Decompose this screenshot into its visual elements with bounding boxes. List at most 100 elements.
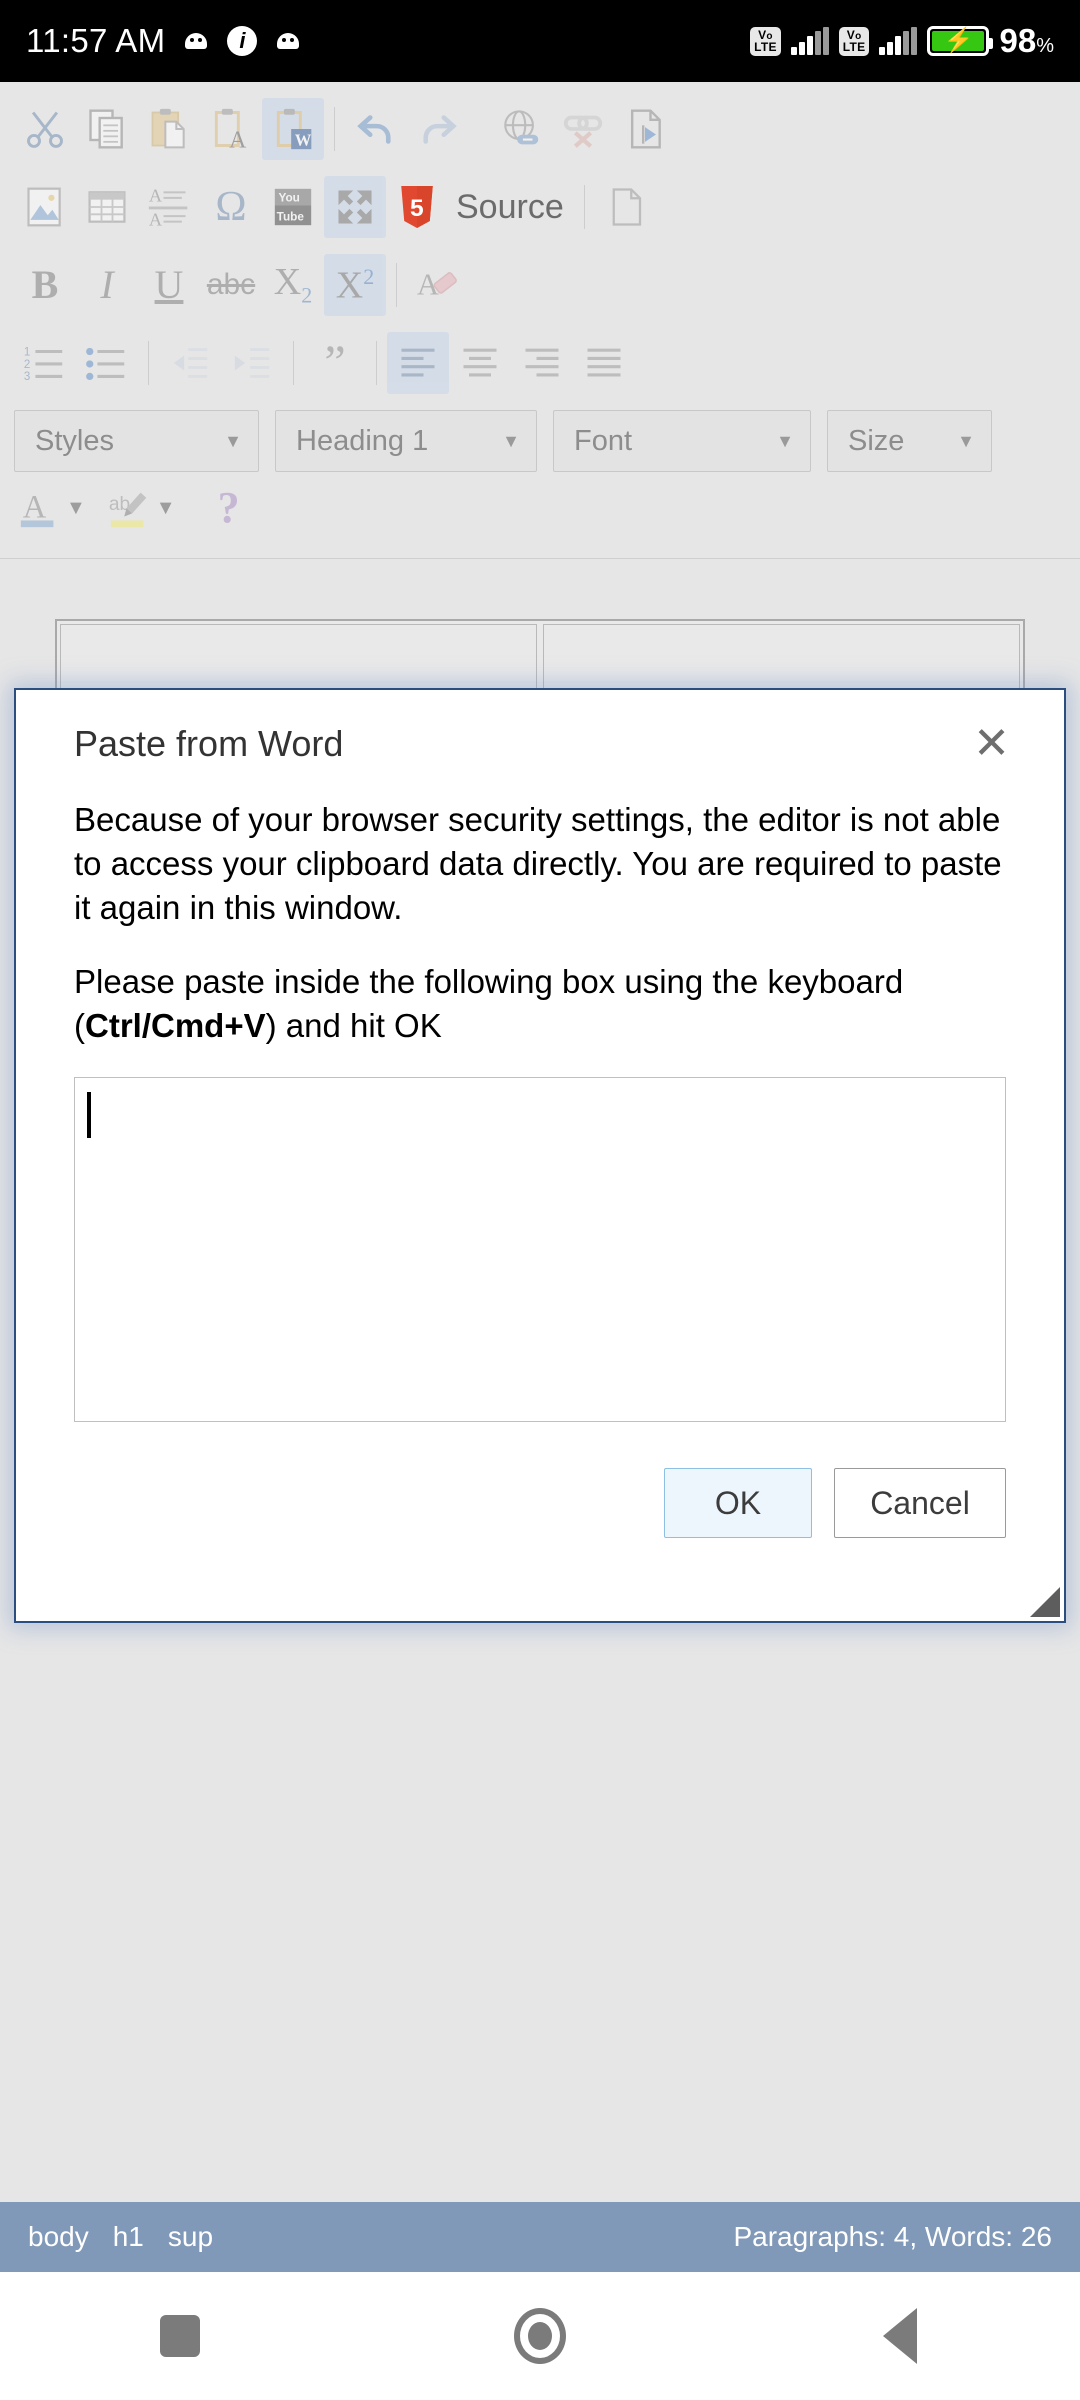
- signal-bars-sim1: [790, 27, 829, 55]
- font-dropdown[interactable]: Font ▼: [553, 410, 811, 472]
- superscript-button[interactable]: X2: [324, 254, 386, 316]
- status-clock: 11:57 AM: [26, 22, 166, 59]
- paste-textarea[interactable]: [74, 1077, 1006, 1423]
- underline-button[interactable]: U: [138, 254, 200, 316]
- new-page-icon[interactable]: [595, 176, 657, 238]
- svg-text:A: A: [149, 186, 163, 206]
- status-right-group: Vo LTE Vo LTE ⚡ 98%: [750, 22, 1054, 60]
- inbox-icon: [227, 26, 258, 56]
- close-icon[interactable]: ✕: [959, 716, 1024, 772]
- resize-grip-icon[interactable]: [1030, 1587, 1060, 1617]
- chevron-down-icon: ▼: [502, 430, 520, 451]
- italic-button[interactable]: I: [76, 254, 138, 316]
- font-size-dropdown[interactable]: Size ▼: [827, 410, 992, 472]
- elements-path-item-body[interactable]: body: [28, 2221, 89, 2253]
- blockquote-icon[interactable]: ”: [304, 332, 366, 394]
- undo-button[interactable]: [345, 98, 407, 160]
- align-right-icon[interactable]: [511, 332, 573, 394]
- horizontal-rule-icon[interactable]: A A: [138, 176, 200, 238]
- paragraph-format-dropdown[interactable]: Heading 1 ▼: [275, 410, 537, 472]
- strikethrough-button[interactable]: abc: [200, 254, 262, 316]
- bold-button[interactable]: B: [14, 254, 76, 316]
- subscript-button[interactable]: X2: [262, 254, 324, 316]
- styles-dropdown[interactable]: Styles ▼: [14, 410, 259, 472]
- toolbar-separator: [376, 341, 377, 385]
- image-icon[interactable]: [14, 176, 76, 238]
- dialog-title: Paste from Word: [74, 723, 344, 764]
- elements-path-items: body h1 sup: [28, 2221, 213, 2253]
- copy-button[interactable]: [76, 98, 138, 160]
- outdent-icon[interactable]: [159, 332, 221, 394]
- special-character-icon[interactable]: Ω: [200, 176, 262, 238]
- svg-text:5: 5: [410, 195, 424, 222]
- source-label[interactable]: Source: [448, 188, 564, 227]
- svg-text:You: You: [278, 191, 299, 205]
- paste-from-word-button[interactable]: W: [262, 98, 324, 160]
- remove-format-icon[interactable]: A: [407, 254, 469, 316]
- android-icon: [275, 28, 301, 54]
- android-navigation-bar: [0, 2272, 1080, 2400]
- svg-text:A: A: [149, 209, 163, 229]
- volte-badge-sim2: Vo LTE: [838, 26, 870, 56]
- text-caret: [87, 1092, 91, 1139]
- home-button[interactable]: [360, 2308, 720, 2364]
- toolbar-separator: [293, 341, 294, 385]
- elements-path-item-sup[interactable]: sup: [168, 2221, 213, 2253]
- svg-text:A: A: [229, 127, 247, 151]
- align-left-icon[interactable]: [387, 332, 449, 394]
- indent-icon[interactable]: [221, 332, 283, 394]
- android-icon: [183, 28, 209, 54]
- anchor-icon[interactable]: [614, 98, 676, 160]
- instruction-after: ) and hit OK: [265, 1006, 442, 1044]
- cancel-button[interactable]: Cancel: [834, 1468, 1006, 1539]
- toolbar-separator: [583, 185, 585, 229]
- status-left-group: 11:57 AM: [26, 22, 301, 60]
- numbered-list-icon[interactable]: 123: [14, 332, 76, 394]
- align-center-icon[interactable]: [449, 332, 511, 394]
- table-icon[interactable]: [76, 176, 138, 238]
- shortcut-keys: Ctrl/Cmd+V: [85, 1006, 266, 1044]
- unlink-icon[interactable]: [552, 98, 614, 160]
- recents-button[interactable]: [0, 2315, 360, 2357]
- svg-text:Tube: Tube: [277, 210, 305, 224]
- about-help-button[interactable]: ?: [198, 477, 260, 539]
- dialog-paragraph-security: Because of your browser security setting…: [74, 801, 1002, 926]
- dialog-paragraph-instruction: Please paste inside the following box us…: [74, 960, 1006, 1048]
- ok-button[interactable]: OK: [664, 1468, 812, 1539]
- elements-path-item-h1[interactable]: h1: [113, 2221, 144, 2253]
- back-triangle-icon: [883, 2308, 917, 2364]
- text-color-icon[interactable]: A: [14, 477, 66, 539]
- signal-bars-sim2: [879, 27, 918, 55]
- redo-button[interactable]: [407, 98, 469, 160]
- toolbar-row-clipboard: A W: [14, 90, 1066, 168]
- justify-icon[interactable]: [573, 332, 635, 394]
- battery-charging-icon: ⚡: [927, 26, 994, 56]
- word-count-label: Paragraphs: 4, Words: 26: [733, 2221, 1052, 2252]
- toolbar-separator: [334, 107, 335, 151]
- youtube-icon[interactable]: You Tube: [262, 176, 324, 238]
- chevron-down-icon[interactable]: ▼: [66, 497, 86, 520]
- home-circle-icon: [514, 2308, 566, 2364]
- font-dropdown-value: Font: [574, 424, 633, 457]
- elements-path-bar: body h1 sup Paragraphs: 4, Words: 26: [0, 2202, 1080, 2272]
- maximize-icon[interactable]: [324, 176, 386, 238]
- source-icon[interactable]: 5: [386, 176, 448, 238]
- svg-text:3: 3: [24, 371, 30, 383]
- toolbar-row-paragraph: 123 ”: [14, 324, 1066, 402]
- paste-button[interactable]: [138, 98, 200, 160]
- dialog-header: Paste from Word ✕: [16, 690, 1064, 798]
- link-icon[interactable]: [490, 98, 552, 160]
- toolbar-separator: [148, 341, 149, 385]
- font-size-dropdown-value: Size: [848, 424, 905, 457]
- toolbar-row-insert: A A Ω You Tube 5 Source: [14, 168, 1066, 246]
- bulleted-list-icon[interactable]: [76, 332, 138, 394]
- back-button[interactable]: [720, 2308, 1080, 2364]
- svg-text:A: A: [23, 490, 47, 526]
- editor-toolbar: A W A A Ω You Tube 5 Source B I U abc X2…: [0, 82, 1080, 559]
- chevron-down-icon[interactable]: ▼: [156, 497, 176, 520]
- cut-button[interactable]: [14, 98, 76, 160]
- background-color-icon[interactable]: ab: [104, 477, 156, 539]
- paste-as-plain-text-button[interactable]: A: [200, 98, 262, 160]
- toolbar-row-colors: A ▼ ab ▼ ?: [14, 472, 1066, 544]
- toolbar-separator: [396, 263, 397, 307]
